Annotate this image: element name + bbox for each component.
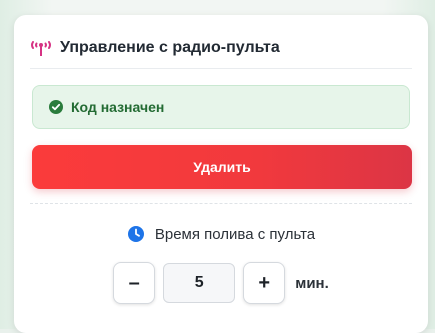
radio-antenna-icon (30, 39, 52, 57)
section-divider (30, 203, 412, 204)
increment-button[interactable]: + (243, 262, 286, 304)
card-title: Управление с радио-пульта (60, 39, 280, 56)
clock-icon (127, 225, 145, 243)
timer-heading: Время полива с пульта (14, 221, 428, 247)
remote-control-card: Управление с радио-пульта Код назначен У… (14, 15, 428, 333)
duration-input[interactable] (163, 263, 236, 303)
card-header: Управление с радио-пульта (30, 35, 280, 61)
decrement-button[interactable]: – (113, 262, 156, 304)
header-divider (30, 68, 412, 69)
timer-label: Время полива с пульта (154, 225, 316, 243)
check-circle-icon (49, 100, 63, 114)
delete-button[interactable]: Удалить (32, 145, 412, 189)
status-text: Код назначен (71, 99, 165, 115)
status-alert: Код назначен (32, 85, 410, 129)
duration-stepper: – + мин. (14, 260, 428, 306)
unit-label: мин. (295, 274, 329, 292)
